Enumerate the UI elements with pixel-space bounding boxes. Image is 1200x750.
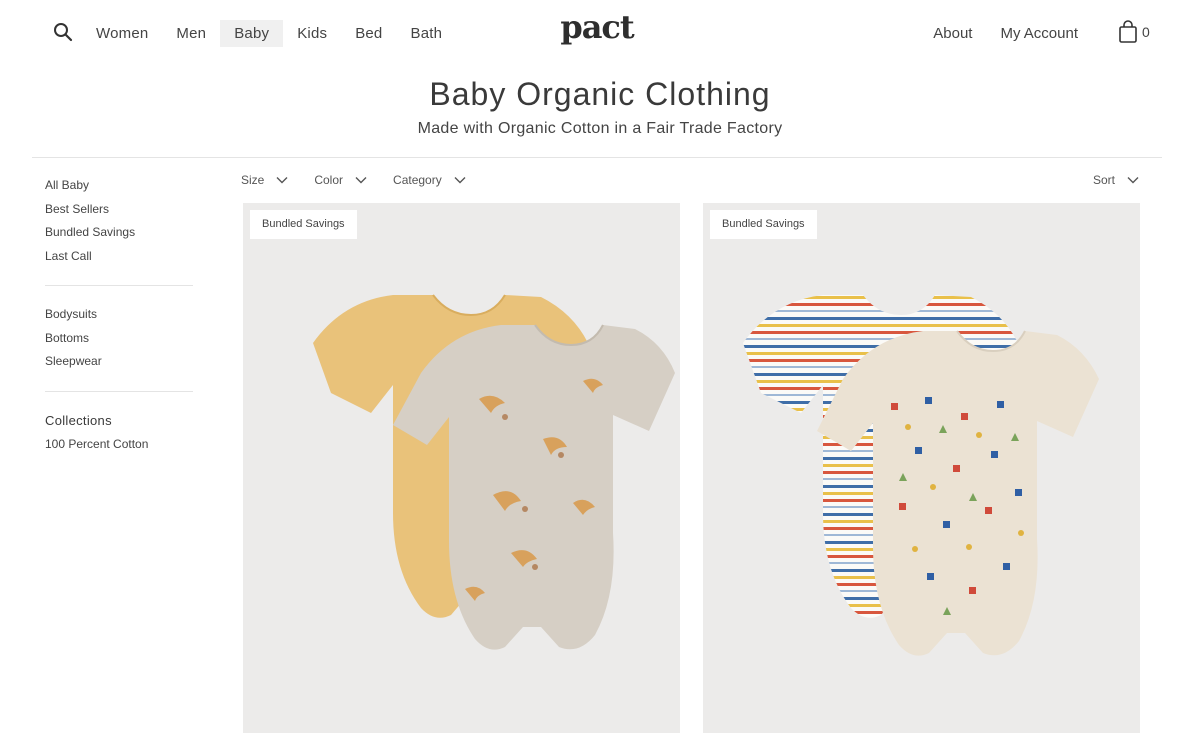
sidebar-item-bodysuits[interactable]: Bodysuits <box>45 303 195 327</box>
nav-men[interactable]: Men <box>162 20 220 47</box>
category-filter[interactable]: Category <box>393 171 466 189</box>
bundled-savings-badge: Bundled Savings <box>710 210 817 239</box>
site-header: Women Men Baby Kids Bed Bath pact About … <box>0 0 1200 64</box>
filter-bar: Size Color Category <box>241 171 466 189</box>
product-card[interactable]: Bundled Savings <box>243 203 680 733</box>
logo-text: pact <box>560 12 635 46</box>
header-divider <box>32 157 1162 158</box>
color-filter[interactable]: Color <box>314 171 367 189</box>
category-sidebar: All Baby Best Sellers Bundled Savings La… <box>45 174 195 456</box>
collections-heading: Collections <box>45 412 112 428</box>
sidebar-item-best-sellers[interactable]: Best Sellers <box>45 198 195 222</box>
page-subtitle: Made with Organic Cotton in a Fair Trade… <box>417 120 783 137</box>
sidebar-divider <box>45 285 193 286</box>
sidebar-item-last-call[interactable]: Last Call <box>45 245 195 269</box>
color-filter-label: Color <box>314 173 344 187</box>
sort-dropdown[interactable]: Sort <box>1093 171 1139 189</box>
chevron-down-icon <box>276 177 288 184</box>
about-link[interactable]: About <box>919 20 986 47</box>
search-icon[interactable] <box>52 21 74 43</box>
pact-logo[interactable]: pact <box>556 8 638 52</box>
nav-bed[interactable]: Bed <box>341 20 396 47</box>
cart-button[interactable]: 0 <box>1118 20 1150 44</box>
nav-baby[interactable]: Baby <box>220 20 284 47</box>
category-filter-label: Category <box>393 173 442 187</box>
chevron-down-icon <box>1127 177 1139 184</box>
my-account-link[interactable]: My Account <box>986 20 1092 47</box>
sidebar-item-100-percent-cotton[interactable]: 100 Percent Cotton <box>45 433 195 457</box>
sidebar-divider <box>45 390 193 392</box>
account-nav: About My Account <box>919 20 1092 47</box>
chevron-down-icon <box>454 177 466 184</box>
cart-count: 0 <box>1142 24 1150 40</box>
sort-label: Sort <box>1093 173 1116 187</box>
page-title: Baby Organic Clothing <box>429 76 771 112</box>
bundled-savings-badge: Bundled Savings <box>250 210 357 239</box>
size-filter[interactable]: Size <box>241 171 288 189</box>
size-filter-label: Size <box>241 173 265 187</box>
nav-women[interactable]: Women <box>82 20 162 47</box>
main-nav: Women Men Baby Kids Bed Bath <box>82 20 456 47</box>
sidebar-item-all-baby[interactable]: All Baby <box>45 174 195 198</box>
nav-kids[interactable]: Kids <box>283 20 341 47</box>
chevron-down-icon <box>355 177 367 184</box>
product-image <box>743 295 1099 656</box>
sidebar-item-bottoms[interactable]: Bottoms <box>45 327 195 351</box>
product-card[interactable]: Bundled Savings <box>703 203 1140 733</box>
sidebar-item-bundled-savings[interactable]: Bundled Savings <box>45 221 195 245</box>
nav-bath[interactable]: Bath <box>396 20 456 47</box>
sidebar-item-sleepwear[interactable]: Sleepwear <box>45 350 195 374</box>
product-image <box>313 294 675 650</box>
shopping-bag-icon <box>1119 20 1137 43</box>
